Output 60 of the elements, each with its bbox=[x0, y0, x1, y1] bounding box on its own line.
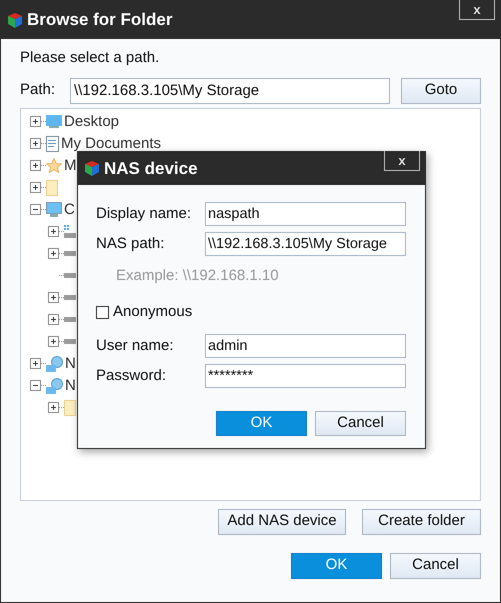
add-nas-device-button[interactable]: Add NAS device bbox=[218, 508, 346, 534]
create-folder-button[interactable]: Create folder bbox=[362, 508, 481, 534]
app-logo-icon bbox=[7, 12, 23, 28]
drive-icon bbox=[64, 251, 76, 256]
collapse-icon[interactable] bbox=[30, 204, 41, 215]
drive-icon bbox=[64, 225, 76, 238]
expand-icon[interactable] bbox=[48, 226, 59, 237]
input-field[interactable]: naspath bbox=[205, 202, 406, 226]
document-icon bbox=[46, 136, 59, 152]
close-button[interactable]: x bbox=[459, 0, 495, 20]
close-button[interactable]: x bbox=[384, 151, 420, 171]
input-field[interactable]: ******** bbox=[205, 364, 406, 388]
tree-item[interactable]: My Documents bbox=[59, 136, 164, 152]
expand-icon[interactable] bbox=[30, 138, 41, 149]
input-field[interactable]: admin bbox=[205, 334, 406, 358]
folder-icon bbox=[64, 400, 76, 416]
computer-icon bbox=[46, 202, 62, 217]
expand-icon[interactable] bbox=[48, 402, 59, 413]
ok-button[interactable]: OK bbox=[291, 552, 382, 578]
path-field[interactable]: \\192.168.3.105\My Storage bbox=[70, 78, 390, 104]
expand-icon[interactable] bbox=[30, 182, 41, 193]
tree-item[interactable]: M bbox=[62, 158, 78, 174]
drive-icon bbox=[64, 317, 76, 322]
desktop-icon bbox=[46, 115, 62, 128]
drive-icon bbox=[64, 339, 76, 344]
tree-item[interactable]: N bbox=[63, 378, 78, 394]
expand-icon[interactable] bbox=[30, 358, 41, 369]
checkbox-label: Anonymous bbox=[113, 302, 192, 322]
field-label: Display name: bbox=[96, 204, 192, 224]
drive-icon bbox=[64, 273, 76, 278]
field-label: NAS path: bbox=[96, 234, 166, 254]
dialog-title: NAS device bbox=[104, 158, 198, 180]
network-computer-icon bbox=[46, 356, 63, 372]
field-label: User name: bbox=[96, 336, 175, 356]
path-label: Path: bbox=[20, 80, 56, 100]
prompt-text: Please select a path. bbox=[20, 48, 160, 68]
goto-button[interactable]: Goto bbox=[401, 78, 481, 104]
ok-button[interactable]: OK bbox=[216, 411, 307, 436]
tree-item[interactable]: Desktop bbox=[62, 114, 122, 130]
tree-item[interactable]: N bbox=[63, 356, 78, 372]
app-logo-icon bbox=[84, 160, 100, 177]
expand-icon[interactable] bbox=[48, 314, 59, 325]
expand-icon[interactable] bbox=[48, 292, 59, 303]
expand-icon[interactable] bbox=[48, 248, 59, 259]
cancel-button[interactable]: Cancel bbox=[390, 552, 481, 578]
network-computer-icon bbox=[46, 378, 63, 394]
expand-icon[interactable] bbox=[30, 116, 41, 127]
collapse-icon[interactable] bbox=[30, 380, 41, 391]
drive-icon bbox=[64, 295, 76, 300]
field-label: Password: bbox=[96, 366, 168, 386]
cancel-button[interactable]: Cancel bbox=[315, 411, 406, 436]
star-icon bbox=[46, 158, 62, 173]
expand-icon[interactable] bbox=[30, 160, 41, 171]
example-text: Example: \\192.168.1.10 bbox=[115, 266, 280, 286]
input-field[interactable]: \\192.168.3.105\My Storage bbox=[205, 232, 406, 256]
expand-icon[interactable] bbox=[48, 336, 59, 347]
window-title: Browse for Folder bbox=[27, 9, 172, 32]
anonymous-checkbox[interactable] bbox=[96, 306, 109, 318]
folder-icon bbox=[46, 180, 58, 196]
tree-item[interactable]: C bbox=[62, 202, 77, 218]
